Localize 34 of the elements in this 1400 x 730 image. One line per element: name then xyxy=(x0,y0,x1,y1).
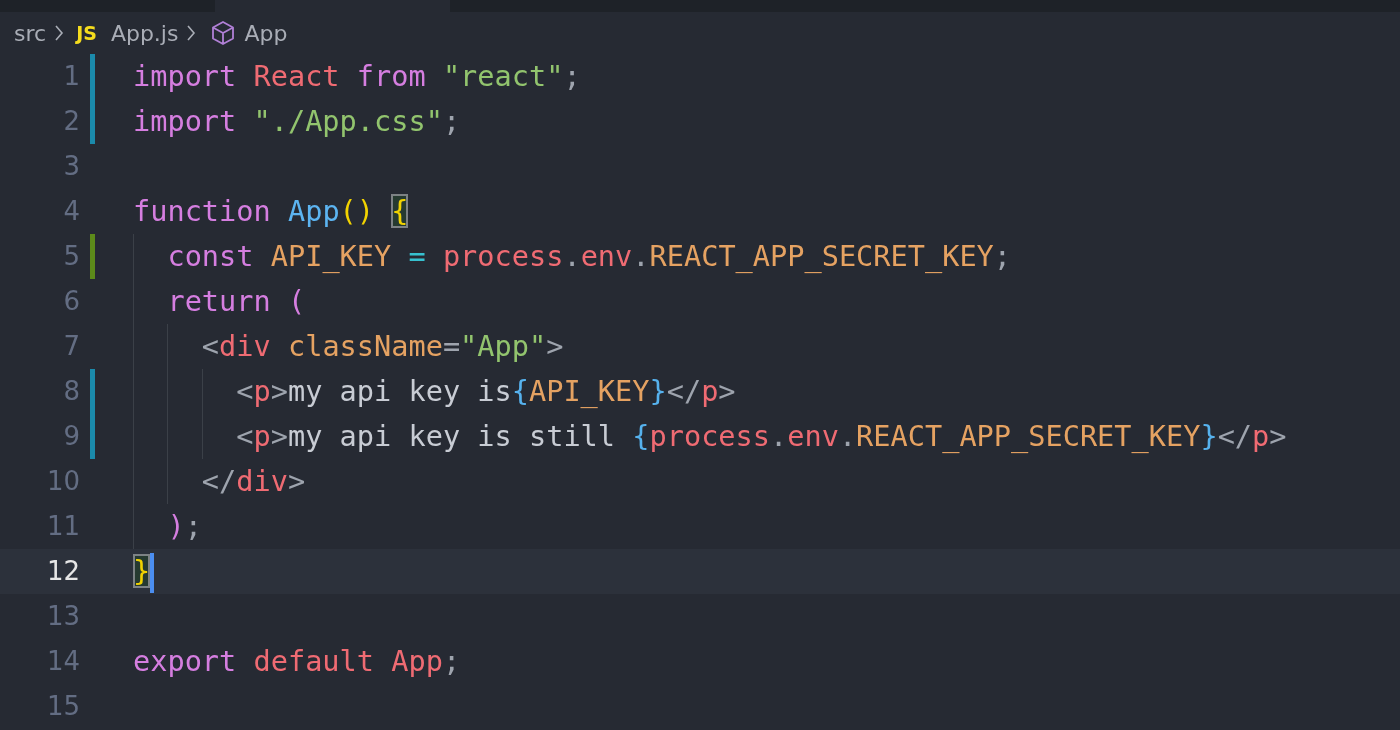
line-number: 12 xyxy=(45,555,80,588)
line-number: 1 xyxy=(62,60,80,93)
line-number: 8 xyxy=(62,375,80,408)
line-number: 2 xyxy=(62,105,80,138)
chevron-right-icon xyxy=(186,24,197,42)
code-line: export default App; xyxy=(133,644,461,678)
code-line: return ( xyxy=(166,284,306,318)
line-number: 13 xyxy=(45,600,80,633)
line-number: 11 xyxy=(45,510,80,543)
code-line: function App() { xyxy=(133,194,409,228)
code-line: import React from "react"; xyxy=(133,59,581,93)
code-line: <div className="App"> xyxy=(200,329,564,363)
breadcrumb-item[interactable]: App xyxy=(244,20,288,46)
line-number: 14 xyxy=(45,645,80,678)
text-cursor xyxy=(150,553,155,593)
chevron-right-icon xyxy=(54,24,65,42)
code-line: import "./App.css"; xyxy=(133,104,461,138)
code-line: <p>my api key is{API_KEY}</p> xyxy=(235,374,736,408)
code-line: const API_KEY = process.env.REACT_APP_SECRET_KEY; xyxy=(166,239,1012,273)
line-number: 7 xyxy=(62,330,80,363)
line-number: 4 xyxy=(62,195,80,228)
line-number: 6 xyxy=(62,285,80,318)
breadcrumb-item[interactable]: App.js xyxy=(110,20,179,46)
breadcrumb-item[interactable]: src xyxy=(14,20,47,46)
line-number: 3 xyxy=(62,150,80,183)
cube-icon xyxy=(210,20,237,46)
line-number: 9 xyxy=(62,420,80,453)
code-line: ); xyxy=(166,509,202,543)
line-number: 10 xyxy=(45,465,80,498)
file-type-label: JS xyxy=(76,22,97,44)
code-line: <p>my api key is still {process.env.REACT_APP_SECRET_KEY}</p> xyxy=(235,419,1287,453)
code-line: </div> xyxy=(200,464,306,498)
line-number: 15 xyxy=(45,690,80,723)
line-number: 5 xyxy=(62,240,80,273)
